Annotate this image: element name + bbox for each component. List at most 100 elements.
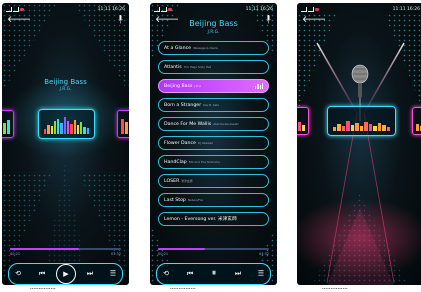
equalizer-panel xyxy=(327,106,396,136)
artist-name: J.R.G. xyxy=(59,87,72,92)
next-icon[interactable]: ⏭ xyxy=(235,270,241,278)
song-list-item[interactable]: Flower Dance DJ Okawari xyxy=(158,136,269,150)
song-list-item[interactable]: HandClap Fitz And The Tantrums xyxy=(158,155,269,169)
eq-bar xyxy=(341,125,346,131)
song-item-title: Atlantis xyxy=(164,64,182,70)
eq-side-panel-left xyxy=(2,110,14,138)
eq-side-panel-left xyxy=(297,107,309,135)
caption-2: ............... xyxy=(170,286,196,291)
repeat-icon[interactable]: ⟲ xyxy=(15,270,21,278)
song-item-title: HandClap xyxy=(164,159,187,165)
song-item-artist: Kav B. Sets xyxy=(203,103,219,107)
eq-bar xyxy=(76,125,80,134)
song-list-item[interactable]: At a Glance Wessage & Deola xyxy=(158,41,269,55)
song-list-item[interactable]: Beijing Bass J.R.G xyxy=(158,79,269,93)
control-bar: ⟲ ⏮ ⏸ ⏭ ☰ xyxy=(156,263,271,285)
song-item-title: LOSER xyxy=(164,178,180,184)
eq-bar xyxy=(382,124,386,131)
previous-icon[interactable]: ⏮ xyxy=(39,270,45,278)
eq-bar xyxy=(333,126,337,131)
eq-bar xyxy=(66,120,70,134)
eq-bar xyxy=(53,121,57,134)
song-item-title: Flower Dance xyxy=(164,140,196,146)
eq-bar xyxy=(416,123,419,131)
eq-bar xyxy=(60,123,63,134)
time-total: 03:32 xyxy=(258,252,269,256)
playlist-icon[interactable]: ☰ xyxy=(110,270,116,278)
playlist-screen: 11:11 16:26 🡐 Beijing Bass J.R.G. At a G… xyxy=(150,3,277,285)
eq-side-panel-right xyxy=(117,110,129,138)
caption-3: ............... xyxy=(322,286,348,291)
song-item-artist: Nelson/Fox xyxy=(187,198,204,202)
eq-bar xyxy=(50,125,53,134)
eq-bar xyxy=(355,122,359,131)
song-list-item[interactable]: Lemon - Eversong ver. 米津玄師 xyxy=(158,212,269,226)
song-item-title: Dance For Me Wallis xyxy=(164,121,212,127)
eq-bar xyxy=(70,124,73,134)
pause-icon[interactable]: ⏸ xyxy=(212,269,217,278)
play-button[interactable]: ▶ xyxy=(56,264,76,284)
song-list-item[interactable]: Atlantis Tim Haga Sixty Hall xyxy=(158,60,269,74)
eq-bar xyxy=(86,127,89,134)
song-item-title: At a Glance xyxy=(164,45,192,51)
eq-bar xyxy=(298,122,302,131)
eq-bar xyxy=(44,128,47,134)
song-list: At a Glance Wessage & Deola Atlantis Tim Ha… xyxy=(158,41,269,231)
song-title: Beijing Bass xyxy=(189,19,238,28)
playlist-icon[interactable]: ☰ xyxy=(258,270,264,278)
song-item-title: Last Stop xyxy=(164,197,186,203)
time-total: 03:32 xyxy=(110,252,121,256)
eq-bar xyxy=(359,125,364,131)
status-bar: 11:11 16:26 xyxy=(301,5,420,13)
song-list-item[interactable]: Dance For Me Wallis Abel Korzeniowski xyxy=(158,117,269,131)
microphone-icon[interactable] xyxy=(118,15,123,24)
song-item-artist: Abel Korzeniowski xyxy=(213,122,239,126)
eq-bar xyxy=(80,122,83,134)
back-arrow-icon[interactable]: 🡐 xyxy=(7,16,31,25)
eq-bar xyxy=(373,125,377,131)
eq-bar xyxy=(386,126,391,131)
eq-bar xyxy=(350,124,355,131)
equalizer-panel xyxy=(38,109,95,139)
song-item-title: Beijing Bass xyxy=(164,83,193,89)
artist-name: J.R.G. xyxy=(207,30,220,35)
stage-background xyxy=(297,13,421,285)
status-bar: 11:11 16:26 xyxy=(6,5,125,13)
eq-bar xyxy=(346,121,350,131)
caption-1: ............... xyxy=(30,286,56,291)
eq-bar xyxy=(121,118,124,134)
eq-bar xyxy=(73,119,76,134)
progress-fill xyxy=(10,248,79,250)
control-bar: ⟲ ⏮ ▶ ⏭ ☰ xyxy=(8,263,123,285)
progress-fill xyxy=(158,248,205,250)
now-playing-icon xyxy=(255,83,263,89)
song-item-artist: 米津玄師 xyxy=(181,179,193,183)
song-item-artist: DJ Okawari xyxy=(197,141,214,145)
progress-bar[interactable] xyxy=(10,248,121,250)
song-list-item[interactable]: Born a Stranger Kav B. Sets xyxy=(158,98,269,112)
song-item-artist: Tim Haga Sixty Hall xyxy=(183,65,212,69)
song-list-item[interactable]: Last Stop Nelson/Fox xyxy=(158,193,269,207)
song-item-artist: Fitz And The Tantrums xyxy=(188,160,220,164)
eq-bar xyxy=(7,120,10,134)
eq-bar xyxy=(302,125,305,131)
eq-bar xyxy=(83,126,86,134)
player-screen: 11:11 16:26 🡐 Beijing Bass J.R.G. 00:21 … xyxy=(2,3,129,285)
eq-bar xyxy=(3,122,7,134)
song-item-title: Lemon - Eversong ver. 米津玄師 xyxy=(164,217,237,222)
song-item-artist: J.R.G xyxy=(194,84,202,88)
song-item-title: Born a Stranger xyxy=(164,102,202,108)
progress-bar[interactable] xyxy=(158,248,269,250)
time-current: 00:21 xyxy=(158,252,169,256)
previous-icon[interactable]: ⏮ xyxy=(187,270,193,278)
repeat-icon[interactable]: ⟲ xyxy=(163,270,169,278)
time-current: 00:21 xyxy=(10,252,21,256)
back-arrow-icon[interactable]: 🡐 xyxy=(302,16,326,25)
eq-bar xyxy=(47,125,50,134)
song-list-item[interactable]: LOSER 米津玄師 xyxy=(158,174,269,188)
song-title: Beijing Bass xyxy=(44,78,87,86)
eq-bar xyxy=(337,123,341,131)
eq-bar xyxy=(124,122,128,134)
dotted-background xyxy=(2,3,129,285)
next-icon[interactable]: ⏭ xyxy=(87,270,93,278)
